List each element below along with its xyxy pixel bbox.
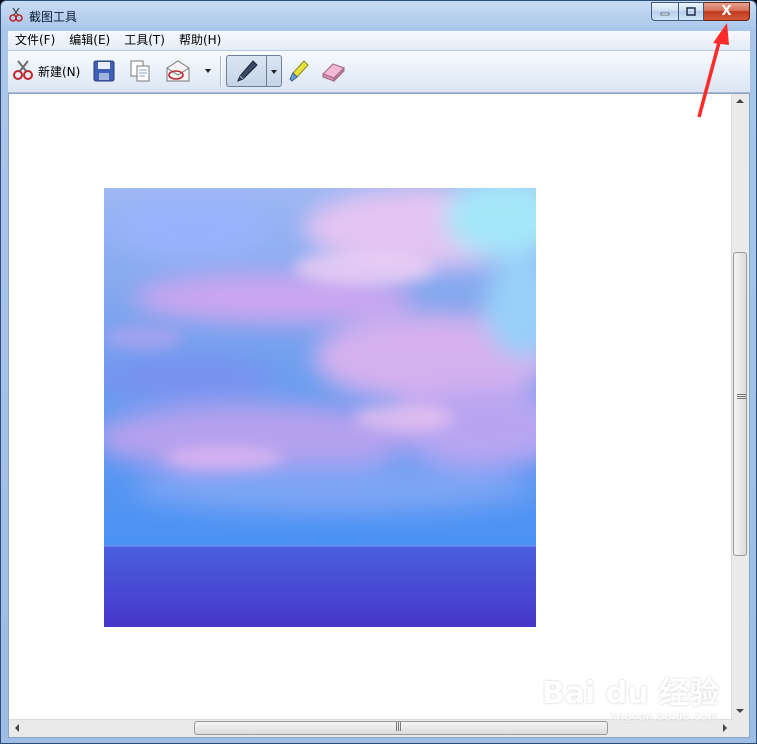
scissors-app-icon — [9, 7, 23, 22]
menu-bar: 文件(F) 编辑(E) 工具(T) 帮助(H) — [8, 31, 750, 51]
minimize-icon — [660, 12, 670, 15]
copy-icon — [130, 60, 150, 82]
horizontal-scroll-thumb[interactable]: ||| — [194, 721, 608, 735]
baidu-jingyan-watermark: Bai du 经验 jingyan.baidu.com — [542, 668, 719, 723]
split-divider — [266, 56, 267, 86]
highlighter-button[interactable] — [288, 57, 310, 85]
vertical-scroll-thumb[interactable]: ||| — [733, 252, 747, 556]
vertical-grip: ||| — [736, 393, 746, 400]
eraser-icon — [322, 63, 345, 83]
horizontal-grip: ||| — [395, 722, 402, 732]
scroll-left-icon[interactable] — [14, 724, 20, 732]
pen-icon — [237, 60, 258, 82]
maximize-icon — [685, 6, 696, 16]
send-email-icon — [166, 60, 190, 82]
new-snip-button[interactable]: 新建(N) — [11, 57, 80, 85]
snip-canvas: ||| ||| Bai du 经验 jingyan.baidu.com — [8, 93, 750, 738]
title-bar[interactable]: 截图工具 X — [1, 1, 756, 31]
scroll-right-icon[interactable] — [722, 724, 728, 732]
minimize-button[interactable] — [651, 2, 678, 21]
sky-sea-image — [104, 188, 536, 627]
new-snip-label: 新建(N) — [38, 64, 81, 79]
close-button[interactable]: X — [704, 2, 750, 21]
dropdown-arrow-icon — [205, 69, 211, 73]
save-button[interactable] — [92, 57, 116, 85]
menu-file[interactable]: 文件(F) — [8, 31, 62, 50]
send-snip-button[interactable] — [165, 57, 191, 85]
scroll-up-icon[interactable] — [736, 98, 744, 104]
window-title: 截图工具 — [29, 10, 78, 24]
annotation-arrow — [697, 23, 729, 118]
toolbar: 新建(N) — [8, 51, 750, 93]
window-controls: X — [651, 2, 750, 21]
pen-split-button[interactable] — [226, 55, 282, 87]
scrollbar-corner — [732, 720, 749, 737]
highlighter-icon — [289, 60, 309, 82]
captured-snip-image — [104, 188, 536, 627]
maximize-button[interactable] — [678, 2, 704, 21]
save-icon — [93, 60, 115, 82]
watermark-brand: Bai du 经验 — [541, 676, 719, 711]
close-icon: X — [721, 4, 732, 19]
toolbar-separator — [220, 56, 221, 87]
snipping-tool-window: 截图工具 X 文件(F) 编辑(E) 工具(T) 帮助(H) 新建(N) |||… — [0, 0, 757, 744]
scroll-down-icon[interactable] — [736, 708, 744, 714]
pen-dropdown-arrow-icon[interactable] — [270, 68, 278, 76]
copy-button[interactable] — [128, 57, 152, 85]
eraser-button[interactable] — [319, 57, 347, 85]
watermark-url: jingyan.baidu.com — [609, 712, 719, 723]
menu-tools[interactable]: 工具(T) — [117, 31, 172, 50]
menu-edit[interactable]: 编辑(E) — [62, 31, 117, 50]
vertical-scrollbar[interactable]: ||| — [731, 94, 749, 720]
send-dropdown-button[interactable] — [204, 57, 212, 85]
scissors-icon — [13, 60, 33, 80]
menu-help[interactable]: 帮助(H) — [172, 31, 228, 50]
